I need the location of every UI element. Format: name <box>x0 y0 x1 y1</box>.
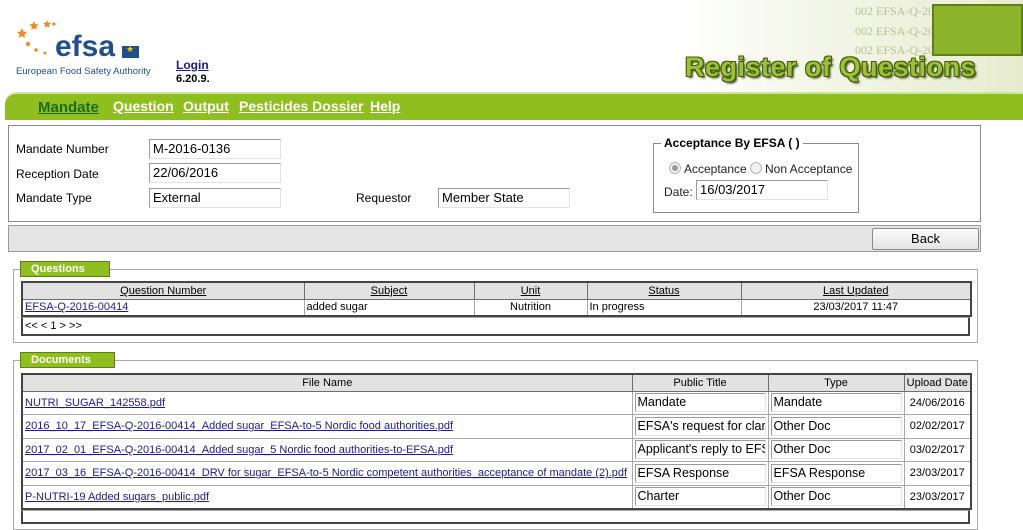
col-upload-date: Upload Date <box>903 373 972 392</box>
document-upload-date: 23/03/2017 <box>903 461 972 486</box>
nav-help[interactable]: Help <box>370 98 400 114</box>
requestor-field[interactable]: Member State <box>438 188 570 208</box>
questions-table: Question Number Subject Unit Status Last… <box>21 281 972 317</box>
acceptance-radio[interactable] <box>669 162 681 174</box>
banner-title: Register of Questions <box>685 52 977 82</box>
non-acceptance-radio-label: Non Acceptance <box>765 162 853 176</box>
col-status[interactable]: Status <box>586 281 742 300</box>
logo-subtitle: European Food Safety Authority <box>16 66 151 77</box>
document-file-link[interactable]: 2016_10_17_EFSA-Q-2016-00414_Added sugar… <box>25 420 453 432</box>
documents-table-footer <box>21 510 970 524</box>
acceptance-radio-label: Acceptance <box>684 162 747 176</box>
logo-wordmark: efsa <box>55 30 116 63</box>
documents-header-row: File Name Public Title Type Upload Date <box>21 373 972 392</box>
acceptance-date-label: Date: <box>664 185 693 199</box>
mandate-number-label: Mandate Number <box>16 142 109 156</box>
table-row: 2016_10_17_EFSA-Q-2016-00414_Added sugar… <box>21 414 972 439</box>
table-row: P-NUTRI-19 Added sugars_public.pdf Chart… <box>21 484 972 509</box>
document-type-field[interactable]: EFSA Response <box>770 463 902 483</box>
mandate-number-field[interactable]: M-2016-0136 <box>149 139 281 159</box>
document-type-field[interactable]: Other Doc <box>770 487 902 506</box>
document-upload-date: 02/02/2017 <box>903 414 972 439</box>
question-last-updated: 23/03/2017 11:47 <box>740 298 972 317</box>
document-file-link[interactable]: P-NUTRI-19 Added sugars_public.pdf <box>25 491 209 503</box>
questions-tab-label: Questions <box>20 261 110 277</box>
register-banner: 002 EFSA-Q-2004-034 EF 002 EFSA-Q-2004-0… <box>680 0 1023 92</box>
back-button[interactable]: Back <box>872 228 979 250</box>
question-subject: added sugar <box>303 298 475 317</box>
document-file-link[interactable]: 2017_02_01_EFSA-Q-2016-00414_Added sugar… <box>25 444 453 456</box>
monitor-graphic <box>932 4 1023 56</box>
question-unit: Nutrition <box>473 298 588 317</box>
document-public-title-field[interactable]: Mandate <box>634 393 766 413</box>
table-row: EFSA-Q-2016-00414 added sugar Nutrition … <box>21 298 972 317</box>
nav-pesticides-dossier[interactable]: Pesticides Dossier <box>239 98 364 114</box>
documents-table: File Name Public Title Type Upload Date … <box>21 373 972 510</box>
document-type-field[interactable]: Other Doc <box>770 440 902 460</box>
document-upload-date: 24/06/2016 <box>903 390 972 415</box>
login-link[interactable]: Login <box>176 58 209 72</box>
document-file-link[interactable]: NUTRI_SUGAR_142558.pdf <box>25 397 165 409</box>
acceptance-date-field[interactable]: 16/03/2017 <box>696 180 828 200</box>
documents-tab-label: Documents <box>20 352 115 368</box>
table-row: NUTRI_SUGAR_142558.pdf Mandate Mandate 2… <box>21 390 972 415</box>
question-number-link[interactable]: EFSA-Q-2016-00414 <box>25 301 128 313</box>
document-type-field[interactable]: Other Doc <box>770 416 902 436</box>
reception-date-field[interactable]: 22/06/2016 <box>149 163 281 183</box>
document-upload-date: 03/02/2017 <box>903 437 972 462</box>
col-subject[interactable]: Subject <box>303 281 475 300</box>
eu-flag-icon <box>122 44 139 58</box>
questions-pager[interactable]: << < 1 > >> <box>21 317 970 336</box>
nav-mandate[interactable]: Mandate <box>38 99 99 116</box>
document-type-field[interactable]: Mandate <box>770 393 902 413</box>
action-bar <box>8 225 981 252</box>
nav-question[interactable]: Question <box>113 98 174 114</box>
nav-output[interactable]: Output <box>183 98 229 114</box>
main-nav: Mandate Question Output Pesticides Dossi… <box>5 92 1023 120</box>
acceptance-legend: Acceptance By EFSA ( ) <box>661 136 803 150</box>
non-acceptance-radio[interactable] <box>750 162 762 174</box>
header: efsa European Food Safety Authority Logi… <box>0 0 1023 92</box>
efsa-logo: efsa European Food Safety Authority <box>14 18 151 80</box>
col-file-name: File Name <box>21 373 633 392</box>
questions-header-row: Question Number Subject Unit Status Last… <box>21 281 972 300</box>
question-status: In progress <box>586 298 742 317</box>
mandate-type-label: Mandate Type <box>16 191 92 205</box>
document-public-title-field[interactable]: Charter <box>634 487 766 506</box>
col-last-updated[interactable]: Last Updated <box>740 281 972 300</box>
acceptance-fieldset <box>653 143 859 213</box>
document-upload-date: 23/03/2017 <box>903 484 972 509</box>
document-public-title-field[interactable]: EFSA Response <box>634 463 766 483</box>
document-public-title-field[interactable]: EFSA's request for clari <box>634 416 766 436</box>
col-public-title: Public Title <box>631 373 769 392</box>
document-file-link[interactable]: 2017_03_16_EFSA-Q-2016-00414_DRV for sug… <box>25 467 627 479</box>
document-public-title-field[interactable]: Applicant's reply to EFS <box>634 440 766 460</box>
col-unit[interactable]: Unit <box>473 281 588 300</box>
requestor-label: Requestor <box>356 191 412 205</box>
col-type: Type <box>767 373 905 392</box>
col-question-number[interactable]: Question Number <box>21 281 305 300</box>
version-label: 6.20.9. <box>176 73 210 85</box>
reception-date-label: Reception Date <box>16 167 99 181</box>
table-row: 2017_02_01_EFSA-Q-2016-00414_Added sugar… <box>21 437 972 462</box>
mandate-type-field[interactable]: External <box>149 188 281 208</box>
table-row: 2017_03_16_EFSA-Q-2016-00414_DRV for sug… <box>21 461 972 486</box>
